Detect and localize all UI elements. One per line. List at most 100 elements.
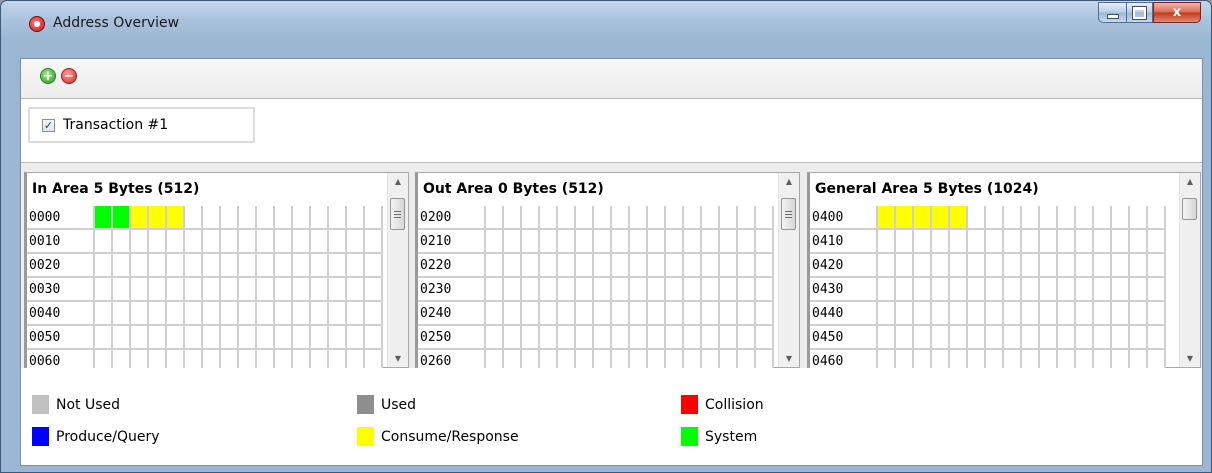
scroll-up-icon[interactable]: ▲: [779, 173, 799, 190]
byte-cell[interactable]: [522, 326, 540, 350]
byte-cell[interactable]: [986, 206, 1004, 230]
byte-cell[interactable]: [167, 278, 185, 302]
byte-cell[interactable]: [720, 278, 738, 302]
byte-cell[interactable]: [113, 230, 131, 254]
byte-cell[interactable]: [702, 326, 720, 350]
maximize-button[interactable]: [1126, 2, 1153, 23]
byte-cell[interactable]: [540, 302, 558, 326]
byte-cell[interactable]: [1112, 278, 1130, 302]
vertical-scrollbar[interactable]: ▲ ▼: [387, 173, 408, 367]
byte-cell[interactable]: [1076, 206, 1094, 230]
byte-cell[interactable]: [329, 326, 347, 350]
byte-cell[interactable]: [684, 302, 702, 326]
byte-cell[interactable]: [1112, 302, 1130, 326]
byte-cell[interactable]: [1094, 206, 1112, 230]
byte-cell[interactable]: [131, 326, 149, 350]
close-button[interactable]: x: [1153, 2, 1201, 23]
byte-cell[interactable]: [630, 302, 648, 326]
byte-cell[interactable]: [203, 230, 221, 254]
byte-cell[interactable]: [1022, 302, 1040, 326]
byte-cell[interactable]: [896, 278, 914, 302]
byte-cell[interactable]: [221, 278, 239, 302]
byte-cell[interactable]: [738, 302, 756, 326]
scroll-down-icon[interactable]: ▼: [1180, 350, 1200, 367]
byte-cell[interactable]: [257, 230, 275, 254]
byte-cell[interactable]: [1076, 254, 1094, 278]
byte-cell[interactable]: [131, 302, 149, 326]
byte-cell[interactable]: [968, 302, 986, 326]
byte-cell[interactable]: [986, 230, 1004, 254]
byte-cell[interactable]: [365, 278, 383, 302]
byte-cell[interactable]: [594, 278, 612, 302]
byte-cell[interactable]: [347, 326, 365, 350]
byte-cell[interactable]: [1094, 302, 1112, 326]
byte-cell[interactable]: [95, 206, 113, 230]
byte-cell[interactable]: [666, 230, 684, 254]
byte-cell[interactable]: [293, 326, 311, 350]
byte-cell[interactable]: [1130, 278, 1148, 302]
byte-cell[interactable]: [185, 254, 203, 278]
byte-cell[interactable]: [666, 278, 684, 302]
byte-cell[interactable]: [1148, 206, 1166, 230]
byte-cell[interactable]: [504, 206, 522, 230]
byte-cell[interactable]: [239, 278, 257, 302]
byte-cell[interactable]: [648, 326, 666, 350]
remove-circle-icon[interactable]: −: [61, 68, 77, 84]
byte-cell[interactable]: [594, 230, 612, 254]
byte-cell[interactable]: [738, 254, 756, 278]
byte-cell[interactable]: [95, 278, 113, 302]
byte-cell[interactable]: [257, 326, 275, 350]
byte-cell[interactable]: [878, 302, 896, 326]
byte-cell[interactable]: [576, 206, 594, 230]
byte-cell[interactable]: [1148, 254, 1166, 278]
byte-cell[interactable]: [1112, 206, 1130, 230]
byte-cell[interactable]: [612, 230, 630, 254]
byte-cell[interactable]: [684, 326, 702, 350]
byte-cell[interactable]: [275, 254, 293, 278]
byte-cell[interactable]: [630, 278, 648, 302]
minimize-button[interactable]: [1098, 2, 1126, 23]
byte-cell[interactable]: [594, 206, 612, 230]
byte-cell[interactable]: [275, 230, 293, 254]
byte-cell[interactable]: [1004, 326, 1022, 350]
byte-cell[interactable]: [221, 206, 239, 230]
byte-cell[interactable]: [720, 254, 738, 278]
byte-cell[interactable]: [648, 278, 666, 302]
byte-cell[interactable]: [1112, 230, 1130, 254]
byte-cell[interactable]: [968, 230, 986, 254]
byte-cell[interactable]: [914, 254, 932, 278]
byte-cell[interactable]: [648, 254, 666, 278]
byte-cell[interactable]: [558, 206, 576, 230]
byte-cell[interactable]: [968, 326, 986, 350]
byte-cell[interactable]: [504, 302, 522, 326]
byte-cell[interactable]: [347, 254, 365, 278]
byte-cell[interactable]: [1112, 326, 1130, 350]
byte-cell[interactable]: [504, 230, 522, 254]
byte-cell[interactable]: [311, 302, 329, 326]
byte-cell[interactable]: [950, 302, 968, 326]
byte-cell[interactable]: [504, 254, 522, 278]
byte-cell[interactable]: [612, 206, 630, 230]
byte-cell[interactable]: [149, 206, 167, 230]
byte-cell[interactable]: [1004, 278, 1022, 302]
byte-cell[interactable]: [630, 326, 648, 350]
byte-cell[interactable]: [113, 278, 131, 302]
byte-cell[interactable]: [576, 302, 594, 326]
byte-cell[interactable]: [756, 254, 774, 278]
byte-cell[interactable]: [522, 254, 540, 278]
byte-cell[interactable]: [1148, 278, 1166, 302]
byte-cell[interactable]: [648, 302, 666, 326]
scroll-thumb[interactable]: [390, 198, 405, 230]
byte-cell[interactable]: [702, 254, 720, 278]
byte-cell[interactable]: [293, 230, 311, 254]
byte-cell[interactable]: [275, 278, 293, 302]
byte-cell[interactable]: [558, 302, 576, 326]
byte-cell[interactable]: [486, 230, 504, 254]
byte-cell[interactable]: [365, 230, 383, 254]
byte-cell[interactable]: [986, 302, 1004, 326]
byte-cell[interactable]: [113, 302, 131, 326]
byte-cell[interactable]: [756, 326, 774, 350]
vertical-scrollbar[interactable]: ▲ ▼: [1179, 173, 1200, 367]
byte-cell[interactable]: [504, 278, 522, 302]
byte-cell[interactable]: [1130, 326, 1148, 350]
